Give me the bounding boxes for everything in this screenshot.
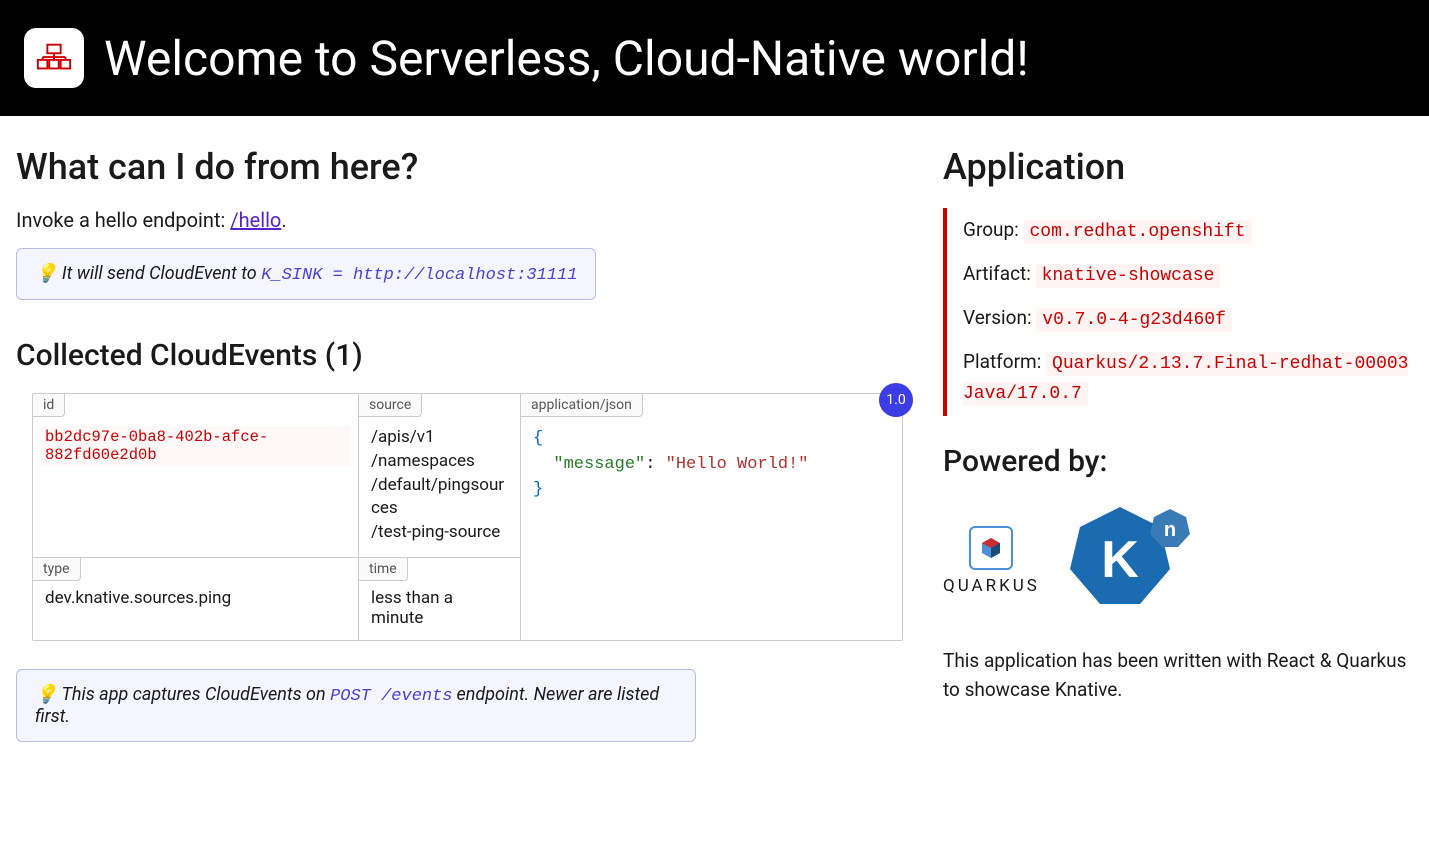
tip-cloudevent: 💡 It will send CloudEvent to K_SINK = ht… xyxy=(16,248,596,300)
quarkus-logo-icon: QUARKUS xyxy=(943,526,1040,596)
sidebar-heading: Application xyxy=(943,146,1413,188)
k-sink-code: K_SINK = http://localhost:31111 xyxy=(261,266,577,285)
label-id: id xyxy=(33,394,65,417)
page-title: Welcome to Serverless, Cloud-Native worl… xyxy=(104,30,1029,87)
main-content: What can I do from here? Invoke a hello … xyxy=(16,146,903,752)
app-info: Group: com.redhat.openshift Artifact: kn… xyxy=(943,208,1413,416)
svg-text:n: n xyxy=(1164,519,1176,541)
svg-text:K: K xyxy=(1101,531,1139,589)
powered-heading: Powered by: xyxy=(943,444,1413,479)
knative-logo-icon: K n xyxy=(1060,499,1200,623)
tip-events-capture: 💡 This app captures CloudEvents on POST … xyxy=(16,669,696,742)
label-time: time xyxy=(359,558,408,581)
post-events-code: POST /events xyxy=(330,687,452,706)
event-source: /apis/v1 /namespaces /default/pingsource… xyxy=(359,394,520,557)
app-description: This application has been written with R… xyxy=(943,647,1413,704)
label-source: source xyxy=(359,394,422,417)
main-heading: What can I do from here? xyxy=(16,146,903,188)
event-id: bb2dc97e-0ba8-402b-afce-882fd60e2d0b xyxy=(41,426,350,466)
app-version: Version: v0.7.0-4-g23d460f xyxy=(963,304,1413,334)
app-artifact: Artifact: knative-showcase xyxy=(963,260,1413,290)
logos: QUARKUS K n xyxy=(943,499,1413,623)
app-platform: Platform: Quarkus/2.13.7.Final-redhat-00… xyxy=(963,348,1413,408)
label-type: type xyxy=(33,558,81,581)
events-heading: Collected CloudEvents (1) xyxy=(16,338,903,373)
intro-text: Invoke a hello endpoint: /hello. xyxy=(16,208,903,232)
header: Welcome to Serverless, Cloud-Native worl… xyxy=(0,0,1429,116)
events-container: 1.0 id bb2dc97e-0ba8-402b-afce-882fd60e2… xyxy=(32,393,903,641)
spec-version-badge: 1.0 xyxy=(879,383,913,417)
app-group: Group: com.redhat.openshift xyxy=(963,216,1413,246)
label-content-type: application/json xyxy=(521,394,643,417)
hello-link[interactable]: /hello xyxy=(230,208,281,232)
event-type: dev.knative.sources.ping xyxy=(33,558,358,620)
app-logo-icon xyxy=(24,28,84,88)
sidebar: Application Group: com.redhat.openshift … xyxy=(943,146,1413,752)
events-table: id bb2dc97e-0ba8-402b-afce-882fd60e2d0b … xyxy=(32,393,903,641)
